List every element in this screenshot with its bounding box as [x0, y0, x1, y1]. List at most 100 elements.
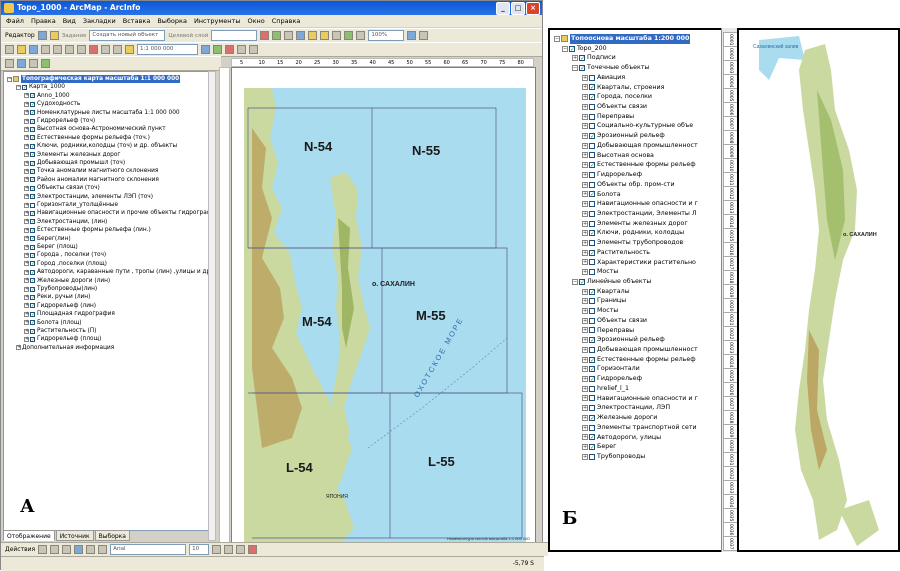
expand-icon[interactable]: + [24, 303, 29, 309]
toc-b-line-layer[interactable]: + Переправы [582, 326, 634, 336]
expand-icon[interactable]: + [24, 328, 29, 334]
checkbox[interactable]: ✓ [30, 118, 35, 124]
sheet-index-cell[interactable]: 0023 [723, 340, 738, 355]
toc-b-point-layer[interactable]: + Объекты связи [582, 102, 647, 112]
expand-icon[interactable]: + [582, 298, 588, 305]
expand-icon[interactable]: + [582, 376, 588, 383]
checkbox[interactable] [589, 424, 595, 431]
collapse-icon[interactable]: − [7, 76, 12, 82]
checkbox[interactable]: ✓ [589, 434, 595, 441]
toc-layer[interactable]: + ✓ Естественные формы рельефа (точ.) [24, 134, 150, 142]
sakhalin-topo-map[interactable]: Сахалинский залив о. САХАЛИН [737, 28, 900, 552]
sheet-index-cell[interactable]: 0021 [723, 312, 738, 327]
sheet-index-cell[interactable]: 0019 [723, 284, 738, 299]
expand-icon[interactable]: + [24, 152, 29, 158]
toc-b-point-layer[interactable]: + ✓ Ключи, родники, колодцы [582, 228, 684, 238]
expand-icon[interactable]: + [582, 113, 588, 120]
expand-icon[interactable]: + [582, 453, 588, 460]
expand-icon[interactable]: + [582, 133, 588, 140]
expand-icon[interactable]: + [24, 202, 29, 208]
arccatalog-icon[interactable] [213, 45, 222, 54]
checkbox[interactable]: ✓ [30, 169, 35, 175]
expand-icon[interactable]: + [582, 317, 588, 324]
expand-icon[interactable]: + [24, 261, 29, 267]
checkbox[interactable]: ✓ [589, 230, 595, 237]
expand-icon[interactable]: + [24, 320, 29, 326]
expand-icon[interactable]: + [582, 181, 588, 188]
sheet-index-cell[interactable]: 0002 [723, 46, 738, 61]
toc-b-point-layer[interactable]: + Социально-культурные объе [582, 121, 693, 131]
expand-icon[interactable]: + [582, 74, 588, 81]
toc-layer[interactable]: + ✓ Гидрорельеф (лин) [24, 302, 96, 310]
checkbox[interactable]: ✓ [30, 320, 35, 326]
checkbox[interactable]: ✓ [589, 94, 595, 101]
sheet-index-cell[interactable]: 0017 [723, 256, 738, 271]
checkbox[interactable]: ✓ [579, 278, 585, 285]
toc-b-point-layer[interactable]: + ✓ Кварталы, строения [582, 83, 664, 93]
page-icon[interactable] [407, 31, 417, 40]
checkbox[interactable] [589, 239, 595, 246]
toc-b-line-layer[interactable]: + Трубопроводы [582, 452, 645, 462]
toc-group-extra[interactable]: + Дополнительная информация [16, 344, 114, 352]
sheet-index-cell[interactable]: 0011 [723, 172, 738, 187]
cut-icon[interactable] [53, 45, 62, 54]
checkbox[interactable]: ✓ [579, 65, 585, 72]
zoom-whole-page-icon[interactable] [62, 545, 72, 554]
sheet-index-cell[interactable]: 0027 [723, 396, 738, 411]
new-document-icon[interactable] [5, 45, 14, 54]
sheet-index-cell[interactable]: 0031 [723, 452, 738, 467]
expand-icon[interactable]: + [24, 185, 29, 191]
menu-help[interactable]: Справка [272, 15, 301, 27]
checkbox[interactable] [589, 210, 595, 217]
toc-layer[interactable]: + ✓ Высотная основа-Астрономический пункт [24, 125, 166, 133]
expand-icon[interactable]: + [582, 230, 588, 237]
sheet-index-cell[interactable]: 0005 [723, 88, 738, 103]
expand-icon[interactable]: + [582, 385, 588, 392]
expand-icon[interactable]: + [582, 103, 588, 110]
checkbox[interactable] [589, 385, 595, 392]
toc-b-line-layer[interactable]: + ✓ Кварталы [582, 287, 630, 297]
toc-layer[interactable]: + ✓ Точка аномалии магнитного склонения [24, 167, 158, 175]
toc-b-point-layer[interactable]: + Переправы [582, 112, 634, 122]
checkbox[interactable]: ✓ [579, 55, 585, 62]
expand-icon[interactable]: + [582, 84, 588, 91]
expand-icon[interactable]: + [24, 295, 29, 301]
bold-icon[interactable] [212, 545, 222, 554]
menu-selection[interactable]: Выборка [157, 15, 187, 27]
checkbox[interactable]: ✓ [30, 253, 35, 259]
sheet-index-cell[interactable]: 0006 [723, 102, 738, 117]
expand-icon[interactable]: + [24, 236, 29, 242]
checkbox[interactable]: ✓ [569, 45, 575, 52]
pan-icon[interactable] [332, 31, 342, 40]
collapse-icon[interactable]: − [16, 85, 21, 91]
identify-icon[interactable] [17, 59, 26, 68]
select-arrow-icon[interactable] [38, 545, 48, 554]
expand-icon[interactable]: + [582, 269, 588, 276]
delete-icon[interactable] [89, 45, 98, 54]
toc-layer[interactable]: + ✓ Болота (площ) [24, 319, 82, 327]
toc-layer[interactable]: + Горизонтали_утолщённые [24, 201, 118, 209]
menu-bookmarks[interactable]: Закладки [83, 15, 116, 27]
checkbox[interactable]: ✓ [589, 288, 595, 295]
menu-window[interactable]: Окно [247, 15, 264, 27]
expand-icon[interactable]: + [24, 269, 29, 275]
sketch-properties-icon[interactable] [272, 31, 282, 40]
edit-tool-icon[interactable] [37, 31, 47, 40]
sheet-index-cell[interactable]: 0029 [723, 424, 738, 439]
help-icon[interactable] [249, 45, 258, 54]
zoom-percent-field[interactable]: 100% [368, 30, 405, 41]
zoom-in-icon[interactable] [308, 31, 318, 40]
toc-layer[interactable]: + ✓ Ключи, родники,колодцы (точ) и др. объ… [24, 142, 177, 150]
sheet-index-cell[interactable]: 0008 [723, 130, 738, 145]
toc-b-point-layer[interactable]: + Объекты обр. пром-сти [582, 180, 675, 190]
checkbox[interactable]: ✓ [30, 261, 35, 267]
checkbox[interactable] [589, 123, 595, 130]
toc-b-line-layer[interactable]: + Элементы транспортной сети [582, 423, 697, 433]
sakhalin-index-map[interactable]: N-54 N-55 M-54 M-55 L-54 L-55 о. САХАЛИН… [232, 68, 535, 552]
toc-layer[interactable]: + ✓ Anno_1000 [24, 92, 70, 100]
toc-b-line-layer[interactable]: + ✓ Естественные формы рельеф [582, 355, 696, 365]
topology-icon[interactable] [284, 31, 294, 40]
checkbox[interactable] [589, 113, 595, 120]
toc-layer[interactable]: + ✓ Объекты связи (точ) [24, 184, 100, 192]
expand-icon[interactable]: + [24, 194, 29, 200]
